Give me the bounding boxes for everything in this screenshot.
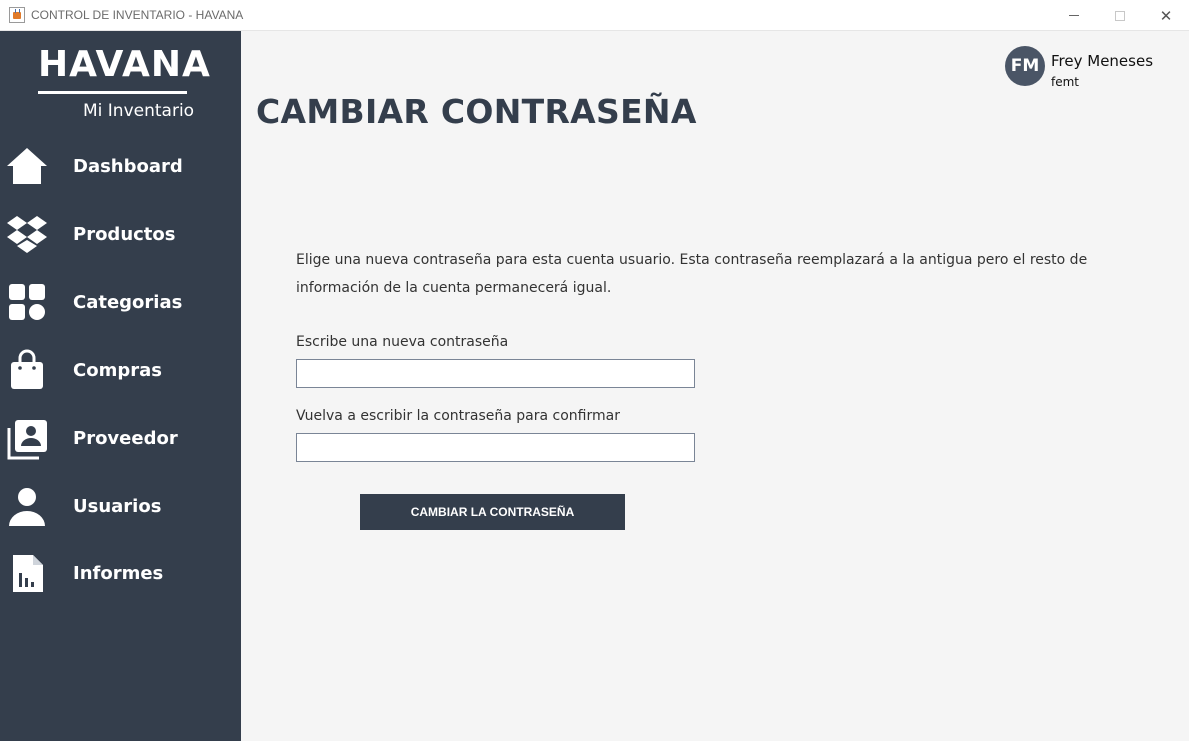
brand-underline	[38, 91, 187, 94]
sidebar-item-label: Usuarios	[73, 495, 162, 517]
sidebar-item-label: Categorias	[73, 291, 183, 313]
maximize-button[interactable]	[1097, 0, 1143, 31]
new-password-field[interactable]	[296, 359, 695, 388]
sidebar-item-compras[interactable]: Compras	[0, 340, 241, 400]
confirm-password-field[interactable]	[296, 433, 695, 462]
window-controls: ✕	[1051, 0, 1189, 31]
home-icon	[2, 141, 52, 191]
sidebar-item-label: Proveedor	[73, 427, 178, 449]
avatar[interactable]: FM	[1005, 46, 1045, 86]
sidebar-item-proveedor[interactable]: Proveedor	[0, 408, 241, 468]
sidebar-item-dashboard[interactable]: Dashboard	[0, 136, 241, 196]
minimize-icon	[1069, 15, 1079, 16]
window-titlebar: CONTROL DE INVENTARIO - HAVANA ✕	[0, 0, 1189, 31]
user-name: Frey Meneses	[1051, 52, 1154, 70]
java-app-icon	[9, 7, 25, 23]
user-handle: femt	[1051, 75, 1080, 89]
brand-name: HAVANA	[38, 44, 211, 85]
sidebar-item-categorias[interactable]: Categorias	[0, 272, 241, 332]
new-password-label: Escribe una nueva contraseña	[296, 334, 509, 350]
sidebar-item-label: Informes	[73, 562, 164, 584]
sidebar-item-usuarios[interactable]: Usuarios	[0, 476, 241, 536]
dropbox-icon	[2, 209, 52, 259]
close-button[interactable]: ✕	[1143, 0, 1189, 31]
grid-icon	[2, 277, 52, 327]
confirm-password-label: Vuelva a escribir la contraseña para con…	[296, 408, 620, 424]
brand: HAVANA	[38, 44, 211, 94]
sidebar-item-label: Productos	[73, 223, 176, 245]
brand-subtitle: Mi Inventario	[83, 101, 195, 121]
report-icon	[2, 548, 52, 598]
close-icon: ✕	[1159, 6, 1173, 25]
minimize-button[interactable]	[1051, 0, 1097, 31]
sidebar-item-label: Dashboard	[73, 155, 183, 177]
sidebar: HAVANA Mi Inventario Dashboard Productos	[0, 31, 241, 741]
sidebar-item-productos[interactable]: Productos	[0, 204, 241, 264]
page-description: Elige una nueva contraseña para esta cue…	[296, 252, 1088, 296]
sidebar-item-label: Compras	[73, 359, 162, 381]
sidebar-item-informes[interactable]: Informes	[0, 543, 241, 603]
shopping-bag-icon	[2, 345, 52, 395]
page-title: CAMBIAR CONTRASEÑA	[256, 92, 697, 131]
maximize-icon	[1115, 10, 1125, 21]
contacts-icon	[2, 413, 52, 463]
user-icon	[2, 481, 52, 531]
change-password-button[interactable]: CAMBIAR LA CONTRASEÑA	[360, 494, 625, 530]
window-title: CONTROL DE INVENTARIO - HAVANA	[31, 8, 244, 22]
